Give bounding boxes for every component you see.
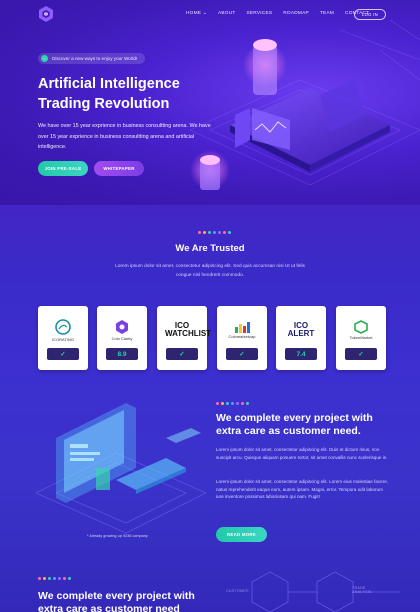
trusted-cards: ICORATING ✓ Coin Clarity 8.9 ICO WATCHLI… bbox=[38, 306, 386, 370]
card-name: ICORATING bbox=[52, 337, 74, 342]
card-name: Coinmarketcap bbox=[228, 334, 256, 339]
card-name: ICO WATCHLIST bbox=[165, 321, 212, 338]
company-growth-note: * Already growing up 9236 company bbox=[87, 534, 148, 538]
card-name: Coin Clarity bbox=[111, 336, 133, 341]
trusted-subtitle: Lorem ipsum dolor sit amet, consectetur … bbox=[115, 264, 305, 278]
card-score: ✓ bbox=[47, 348, 79, 360]
login-button[interactable]: LOG IN bbox=[354, 9, 386, 20]
card-score: ✓ bbox=[226, 348, 258, 360]
nav-roadmap[interactable]: ROADMAP bbox=[283, 11, 309, 16]
card-coinmarketcap[interactable]: Coinmarketcap ✓ bbox=[217, 306, 267, 370]
card-tokenmarket[interactable]: TokenMarket ✓ bbox=[336, 306, 386, 370]
tokenmarket-logo-icon bbox=[354, 320, 368, 334]
bottom-title: We complete every project with extra car… bbox=[38, 590, 195, 612]
project-illustration bbox=[36, 403, 207, 534]
hero-text: We have over 15 year exprience in busine… bbox=[38, 123, 211, 150]
logo-icon[interactable] bbox=[38, 6, 54, 22]
card-ico-watchlist[interactable]: ICO WATCHLIST ✓ bbox=[157, 306, 212, 370]
card-score: 8.9 bbox=[106, 348, 138, 360]
nav-services[interactable]: SERVICES bbox=[246, 11, 272, 16]
hero-title: Artificial Intelligence Trading Revoluti… bbox=[38, 74, 238, 114]
nav-home[interactable]: HOME ⌄ bbox=[186, 11, 207, 16]
join-presale-button[interactable]: JOIN PRE-SALE bbox=[38, 161, 88, 176]
hero-title-line2: Trading Revolution bbox=[38, 96, 170, 112]
trusted-title: We Are Trusted bbox=[175, 243, 245, 254]
card-score: ✓ bbox=[345, 348, 377, 360]
hero-badge: › Discover a new ways to enjoy your Worl… bbox=[38, 53, 146, 64]
coin-clarity-logo-icon bbox=[116, 320, 128, 334]
card-name: TokenMarket bbox=[349, 335, 373, 340]
project-dots bbox=[216, 402, 249, 405]
header: HOME ⌄ ABOUT SERVICES ROADMAP TEAM CONTA… bbox=[0, 0, 420, 30]
project-title: We complete every project with extra car… bbox=[216, 412, 373, 437]
section-dots bbox=[198, 231, 231, 234]
main-nav: HOME ⌄ ABOUT SERVICES ROADMAP TEAM CONTA… bbox=[186, 11, 380, 16]
project-paragraph-2: Lorem ipsum dolor sit amet, consectetur … bbox=[216, 479, 389, 500]
hero-title-line1: Artificial Intelligence bbox=[38, 76, 180, 92]
card-name: ICO ALERT bbox=[287, 321, 315, 338]
nav-team[interactable]: TEAM bbox=[320, 11, 334, 16]
card-icorating[interactable]: ICORATING ✓ bbox=[38, 306, 88, 370]
card-coin-clarity[interactable]: Coin Clarity 8.9 bbox=[97, 306, 147, 370]
hex-label-trade: TRADE ANALYSIS bbox=[352, 586, 372, 594]
card-score: 7.4 bbox=[285, 348, 317, 360]
project-paragraph-1: Lorem ipsum dolor sit amet, consectetur … bbox=[216, 447, 388, 460]
page: HOME ⌄ ABOUT SERVICES ROADMAP TEAM CONTA… bbox=[0, 0, 420, 612]
nav-about[interactable]: ABOUT bbox=[218, 11, 236, 16]
read-more-button[interactable]: READ MORE bbox=[216, 527, 267, 542]
hero-badge-text: Discover a new ways to enjoy your World! bbox=[52, 56, 138, 61]
coinmarketcap-logo-icon bbox=[235, 322, 250, 333]
badge-arrow-icon: › bbox=[41, 55, 48, 62]
icorating-logo-icon bbox=[55, 319, 71, 335]
card-score: ✓ bbox=[166, 348, 198, 360]
card-ico-alert[interactable]: ICO ALERT 7.4 bbox=[276, 306, 326, 370]
hexagon-decoration-icon bbox=[251, 571, 400, 612]
hex-label-customer: CUSTOMER bbox=[226, 589, 249, 593]
whitepaper-button[interactable]: WHITEPAPER bbox=[94, 161, 144, 176]
bottom-dots bbox=[38, 577, 71, 580]
